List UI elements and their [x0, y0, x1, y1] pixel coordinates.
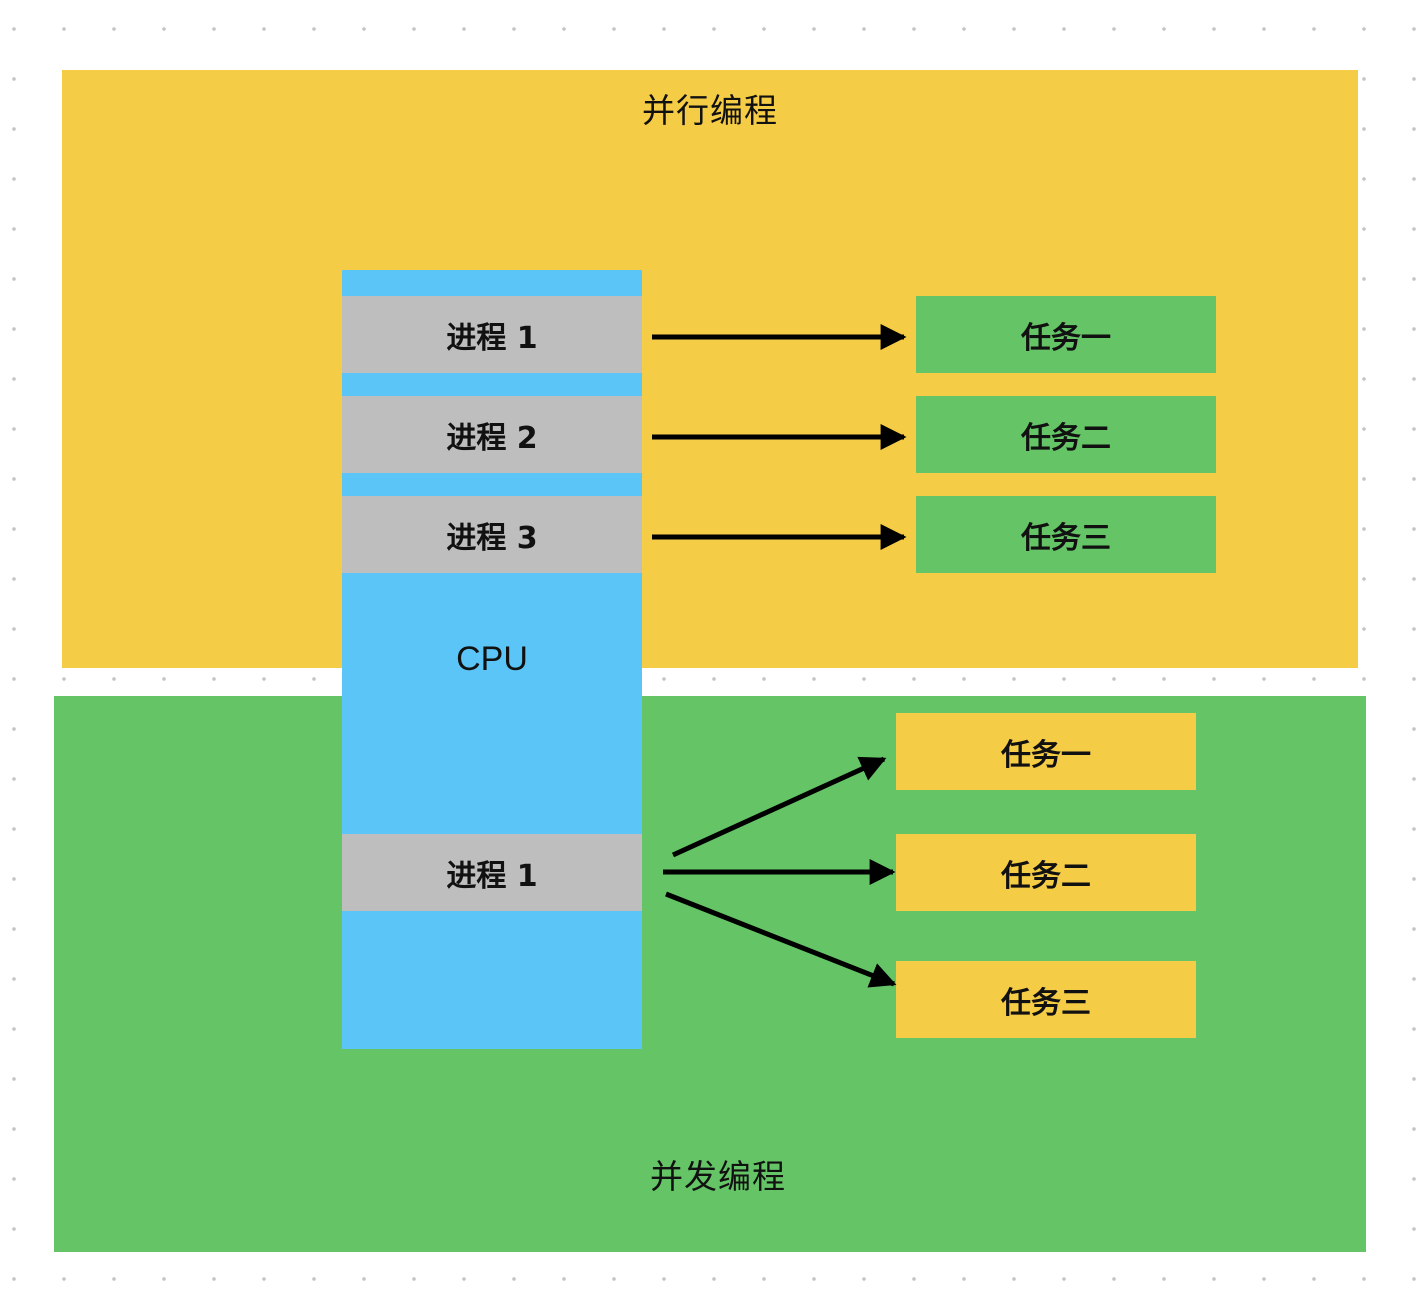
parallel-process-1: 进程 1: [342, 296, 642, 373]
parallel-task-3: 任务三: [916, 496, 1216, 573]
parallel-task-1: 任务一: [916, 296, 1216, 373]
concurrent-task-3: 任务三: [896, 961, 1196, 1038]
concurrent-programming-title: 并发编程: [650, 1157, 786, 1196]
parallel-process-3: 进程 3: [342, 496, 642, 573]
concurrent-task-1: 任务一: [896, 713, 1196, 790]
cpu-label: CPU: [456, 640, 528, 678]
parallel-task-2: 任务二: [916, 396, 1216, 473]
concurrent-process-1: 进程 1: [342, 834, 642, 911]
parallel-programming-title: 并行编程: [642, 91, 778, 130]
parallel-process-2: 进程 2: [342, 396, 642, 473]
cpu-block: 进程 1 进程 2 进程 3 CPU 进程 1: [342, 270, 642, 1049]
concurrent-task-2: 任务二: [896, 834, 1196, 911]
